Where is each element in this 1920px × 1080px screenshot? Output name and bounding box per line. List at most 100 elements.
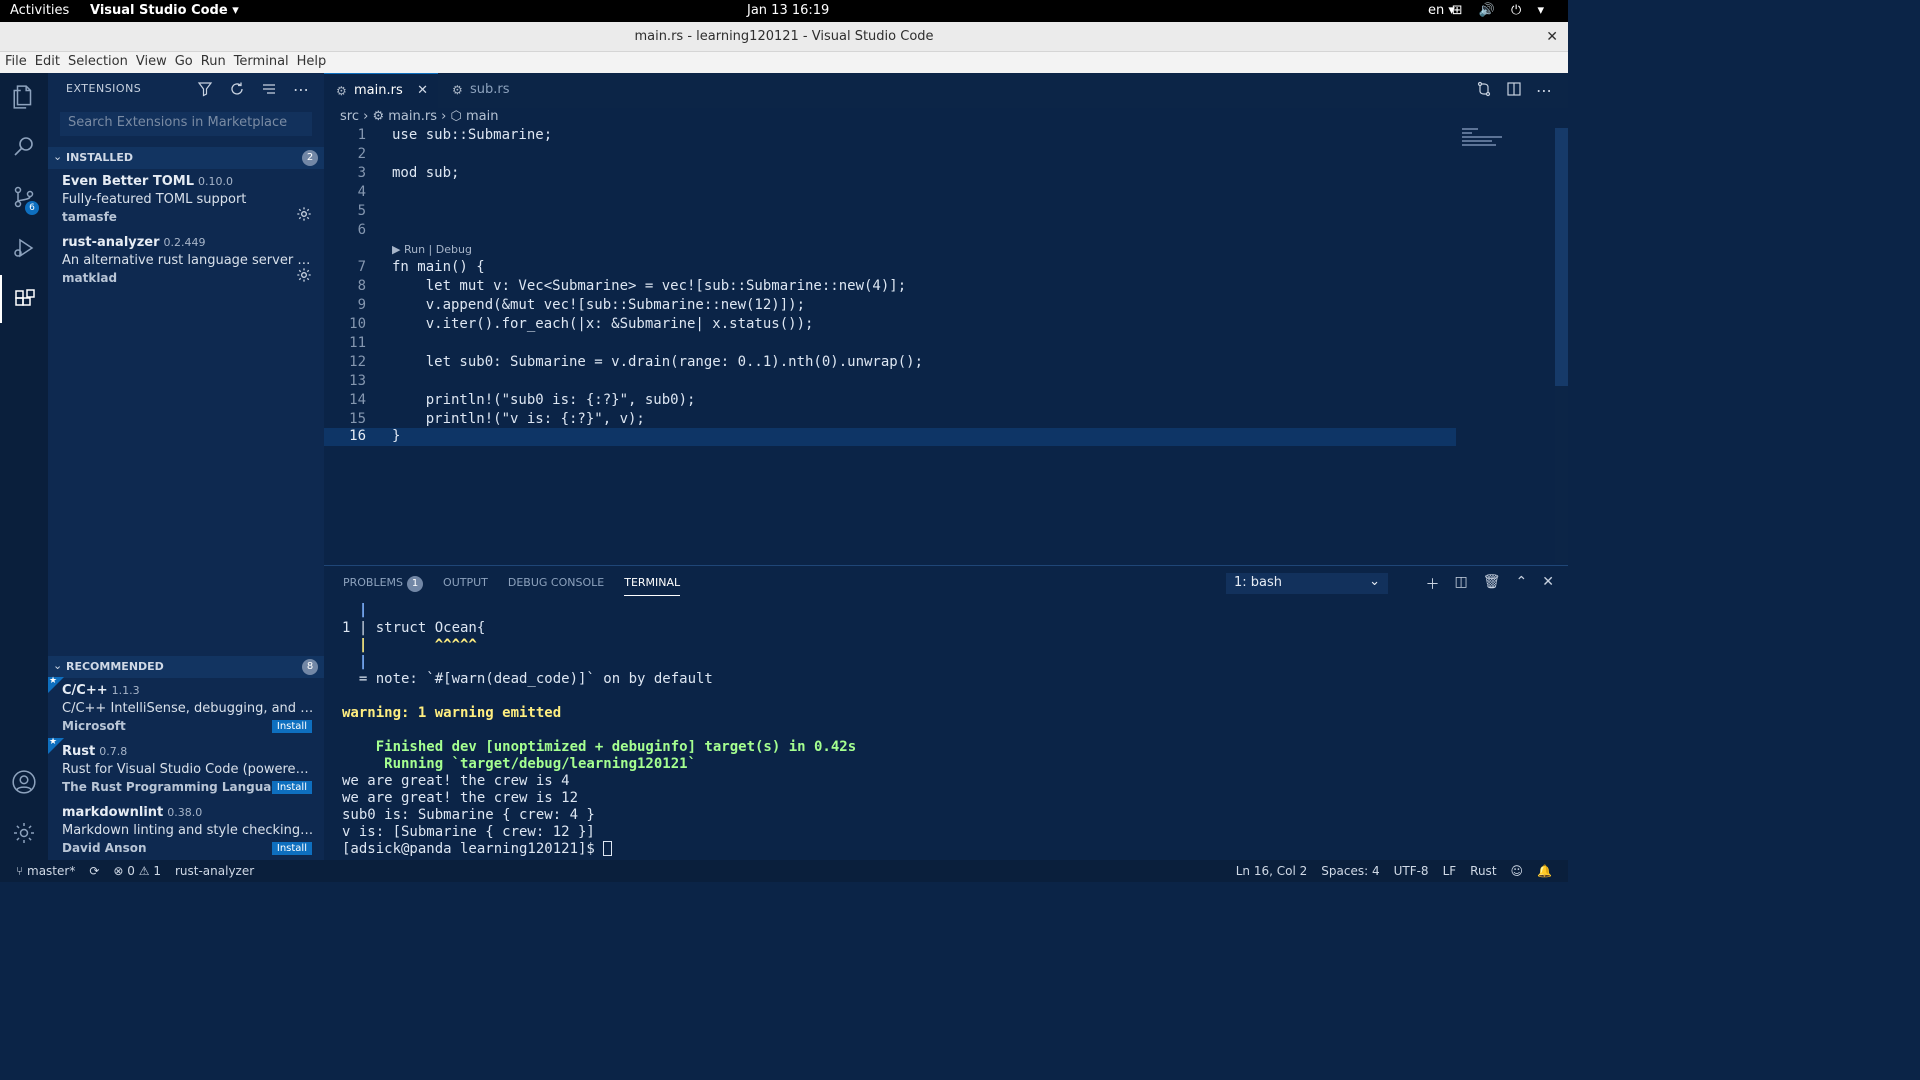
terminal-line: = note: `#[warn(dead_code)]` on by defau… — [342, 671, 713, 687]
feedback-icon[interactable]: ☺ — [1511, 864, 1524, 878]
menu-file[interactable]: File — [0, 52, 30, 69]
recommended-count-badge: 8 — [302, 659, 318, 675]
cursor-position[interactable]: Ln 16, Col 2 — [1236, 864, 1308, 878]
code-line: println!("v is: {:?}", v); — [392, 411, 645, 427]
run-debug-icon[interactable] — [0, 224, 48, 272]
run-debug-codelens[interactable]: ▶ Run | Debug — [392, 243, 472, 256]
tab-terminal[interactable]: TERMINAL — [624, 576, 681, 596]
sync-icon[interactable]: ⟳ — [89, 864, 99, 878]
language-server-status[interactable]: rust-analyzer — [175, 864, 254, 878]
menu-edit[interactable]: Edit — [30, 52, 63, 69]
clear-icon[interactable] — [260, 80, 278, 98]
minimap[interactable] — [1462, 128, 1552, 158]
refresh-icon[interactable] — [228, 80, 246, 98]
source-control-icon[interactable]: 6 — [0, 173, 48, 221]
explorer-icon[interactable] — [0, 73, 48, 121]
rust-file-icon: ⚙ — [452, 83, 463, 97]
code-line: use sub::Submarine; — [392, 127, 553, 143]
tab-close-icon[interactable]: ✕ — [417, 83, 428, 98]
language-mode[interactable]: Rust — [1470, 864, 1496, 878]
system-tray[interactable]: ⊞ 🔊 ⏻ ▾ — [1452, 3, 1550, 18]
activities-button[interactable]: Activities — [10, 3, 69, 18]
chevron-down-icon: ⌄ — [1369, 574, 1380, 589]
extensions-icon[interactable] — [0, 275, 48, 323]
filter-icon[interactable] — [196, 80, 214, 98]
terminal-select[interactable]: 1: bash ⌄ — [1226, 573, 1388, 594]
tab-debug-console[interactable]: DEBUG CONSOLE — [508, 576, 604, 596]
manage-extension-gear-icon[interactable] — [296, 206, 312, 226]
indentation[interactable]: Spaces: 4 — [1321, 864, 1379, 878]
breadcrumb-symbol[interactable]: main — [466, 109, 498, 124]
more-actions-icon[interactable]: ⋯ — [292, 80, 310, 99]
recommended-section-header[interactable]: ⌄ RECOMMENDED 8 — [48, 656, 324, 678]
install-button[interactable]: Install — [271, 781, 312, 794]
more-actions-icon[interactable]: ⋯ — [1536, 81, 1552, 101]
code-line: v.append(&mut vec![sub::Submarine::new(1… — [392, 297, 806, 313]
manage-gear-icon[interactable] — [0, 809, 48, 857]
clock[interactable]: Jan 13 16:19 — [747, 3, 829, 18]
menu-run[interactable]: Run — [196, 52, 229, 69]
installed-count-badge: 2 — [302, 150, 318, 166]
extensions-search-input[interactable]: Search Extensions in Marketplace — [60, 112, 312, 136]
encoding[interactable]: UTF-8 — [1394, 864, 1429, 878]
extension-version: 0.7.8 — [99, 745, 128, 758]
extension-name: markdownlint — [62, 805, 164, 820]
activity-bar: 6 — [0, 73, 48, 860]
extension-item[interactable]: markdownlint 0.38.0 Markdown linting and … — [48, 805, 324, 865]
menu-selection[interactable]: Selection — [63, 52, 131, 69]
branch-icon: ⑂ — [16, 864, 28, 878]
code-line: v.iter().for_each(|x: &Submarine| x.stat… — [392, 316, 814, 332]
extension-item[interactable]: Even Better TOML 0.10.0 Fully-featured TO… — [48, 174, 324, 234]
trash-icon[interactable]: 🗑 — [1483, 574, 1501, 594]
line-number: 3 — [357, 165, 366, 181]
menu-terminal[interactable]: Terminal — [229, 52, 292, 69]
tab-sub-rs[interactable]: ⚙ sub.rs — [440, 73, 554, 108]
line-number: 8 — [357, 278, 366, 294]
line-number: 7 — [357, 259, 366, 275]
close-panel-icon[interactable]: ✕ — [1542, 574, 1554, 594]
tab-main-rs[interactable]: ⚙ main.rs ✕ — [324, 73, 438, 108]
end-of-line[interactable]: LF — [1443, 864, 1457, 878]
editor-scrollbar[interactable] — [1555, 128, 1568, 563]
search-icon[interactable] — [0, 122, 48, 170]
account-icon[interactable] — [0, 758, 48, 806]
scrollbar-thumb[interactable] — [1555, 128, 1568, 386]
extension-description: Markdown linting and style checking for … — [62, 823, 314, 838]
install-button[interactable]: Install — [271, 842, 312, 855]
chevron-down-icon: ⌄ — [53, 150, 63, 163]
extension-item[interactable]: ★ Rust 0.7.8 Rust for Visual Studio Code … — [48, 737, 324, 804]
app-menu-button[interactable]: Visual Studio Code ▾ — [90, 3, 239, 18]
editor-tab-bar: ⚙ main.rs ✕ ⚙ sub.rs ⋯ — [324, 73, 1568, 108]
notifications-bell-icon[interactable]: 🔔 — [1537, 864, 1552, 878]
window-close-button[interactable]: ✕ — [1546, 22, 1558, 52]
tab-problems[interactable]: PROBLEMS 1 — [343, 576, 424, 596]
menu-go[interactable]: Go — [170, 52, 196, 69]
new-terminal-icon[interactable]: ＋ — [1426, 574, 1440, 594]
sidebar-title: EXTENSIONS — [66, 82, 142, 95]
terminal-line: Finished dev [unoptimized + debuginfo] t… — [342, 739, 857, 755]
installed-section-header[interactable]: ⌄ INSTALLED 2 — [48, 147, 324, 169]
open-changes-icon[interactable] — [1476, 81, 1492, 101]
split-terminal-icon[interactable]: ◫ — [1455, 574, 1468, 594]
rust-file-icon: ⚙ — [336, 84, 347, 98]
install-button[interactable]: Install — [271, 720, 312, 733]
extension-item[interactable]: rust-analyzer 0.2.449 An alternative rust… — [48, 235, 324, 295]
breadcrumb: src › ⚙ main.rs › ⬡ main — [340, 109, 498, 124]
menu-view[interactable]: View — [131, 52, 170, 69]
code-editor[interactable]: 1 use sub::Submarine; 2 3 mod sub; 4 5 6 ▶… — [324, 127, 1554, 563]
breadcrumb-folder[interactable]: src — [340, 109, 359, 124]
breadcrumb-file[interactable]: main.rs — [388, 109, 437, 124]
maximize-panel-icon[interactable]: ⌃ — [1516, 574, 1528, 594]
problems-status[interactable]: ⊗ 0 ⚠ 1 — [113, 864, 161, 878]
branch-status[interactable]: ⑂ master* — [16, 864, 75, 878]
window-titlebar: main.rs - learning120121 - Visual Studio… — [0, 22, 1568, 52]
menu-help[interactable]: Help — [292, 52, 330, 69]
split-editor-icon[interactable] — [1506, 81, 1522, 101]
extension-publisher: tamasfe — [62, 210, 117, 224]
manage-extension-gear-icon[interactable] — [296, 267, 312, 287]
system-top-bar: Activities Visual Studio Code ▾ Jan 13 1… — [0, 0, 1568, 22]
branch-label: master* — [27, 864, 76, 878]
tab-output[interactable]: OUTPUT — [443, 576, 488, 596]
code-line: let mut v: Vec<Submarine> = vec![sub::Su… — [392, 278, 907, 294]
extension-item[interactable]: ★ C/C++ 1.1.3 C/C++ IntelliSense, debuggi… — [48, 676, 324, 743]
